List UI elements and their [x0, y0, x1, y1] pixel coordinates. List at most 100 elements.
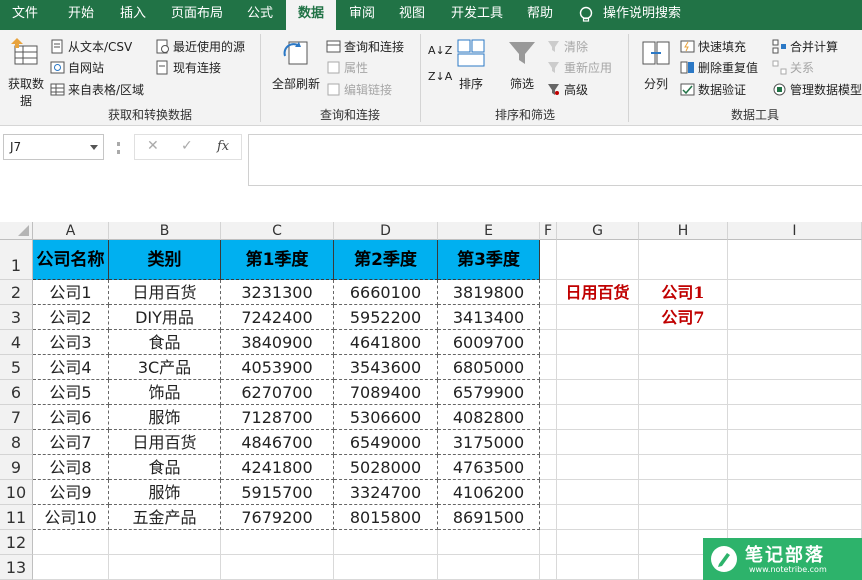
name-box-dropdown-icon[interactable]	[90, 145, 98, 150]
table-header-cell[interactable]: 第3季度	[438, 240, 540, 280]
relationships-button[interactable]: 关系	[772, 57, 814, 77]
tab-insert[interactable]: 插入	[110, 0, 156, 30]
from-table-button[interactable]: 来自表格/区域	[50, 79, 144, 99]
cell-b12[interactable]	[109, 530, 221, 555]
sort-button[interactable]: 排序	[454, 36, 488, 92]
cell-f4[interactable]	[540, 330, 557, 355]
recent-sources-button[interactable]: 最近使用的源	[155, 36, 245, 56]
cell-g13[interactable]	[557, 555, 639, 580]
cell-g5[interactable]	[557, 355, 639, 380]
properties-button[interactable]: 属性	[326, 57, 368, 77]
table-cell[interactable]: 饰品	[109, 380, 221, 405]
cell-g1[interactable]	[557, 240, 639, 280]
flash-fill-button[interactable]: 快速填充	[680, 36, 746, 56]
cell-g8[interactable]	[557, 430, 639, 455]
text-to-columns-button[interactable]: 分列	[636, 36, 676, 92]
cell-f7[interactable]	[540, 405, 557, 430]
cell-i6[interactable]	[728, 380, 862, 405]
cell-h6[interactable]	[639, 380, 728, 405]
table-cell[interactable]: 公司9	[33, 480, 109, 505]
worksheet-grid[interactable]: ABCDEFGHI 1 2 3 4 5 6 7 8 9 10 11 12 13 公司名称 类别 第1季度 第2…	[0, 222, 862, 580]
row-header-1[interactable]: 1	[0, 240, 33, 280]
row-header-6[interactable]: 6	[0, 380, 33, 405]
table-cell[interactable]: 6579900	[438, 380, 540, 405]
table-cell[interactable]: 服饰	[109, 480, 221, 505]
tab-page-layout[interactable]: 页面布局	[163, 0, 231, 30]
table-cell[interactable]: 公司10	[33, 505, 109, 530]
table-header-cell[interactable]: 第2季度	[334, 240, 438, 280]
table-cell[interactable]: 3324700	[334, 480, 438, 505]
cell-f1[interactable]	[540, 240, 557, 280]
table-header-cell[interactable]: 第1季度	[221, 240, 334, 280]
table-cell[interactable]: 4846700	[221, 430, 334, 455]
lookup-category-cell[interactable]: 日用百货	[557, 280, 639, 305]
cell-g4[interactable]	[557, 330, 639, 355]
table-cell[interactable]: 公司2	[33, 305, 109, 330]
table-cell[interactable]: 3543600	[334, 355, 438, 380]
table-cell[interactable]: 3413400	[438, 305, 540, 330]
cell-d13[interactable]	[334, 555, 438, 580]
reapply-button[interactable]: 重新应用	[546, 57, 612, 77]
table-cell[interactable]: 4082800	[438, 405, 540, 430]
table-header-cell[interactable]: 公司名称	[33, 240, 109, 280]
cell-h5[interactable]	[639, 355, 728, 380]
row-header-9[interactable]: 9	[0, 455, 33, 480]
table-cell[interactable]: 5306600	[334, 405, 438, 430]
cell-d12[interactable]	[334, 530, 438, 555]
table-cell[interactable]: 公司8	[33, 455, 109, 480]
select-all-corner[interactable]	[0, 222, 33, 240]
row-header-4[interactable]: 4	[0, 330, 33, 355]
name-box[interactable]: J7	[3, 134, 104, 160]
column-header-h[interactable]: H	[639, 222, 728, 240]
table-cell[interactable]: 7128700	[221, 405, 334, 430]
advanced-filter-button[interactable]: 高级	[546, 79, 588, 99]
formula-bar-grip[interactable]	[117, 142, 120, 154]
insert-function-icon[interactable]: fx	[217, 139, 229, 154]
cell-f9[interactable]	[540, 455, 557, 480]
table-cell[interactable]: 公司3	[33, 330, 109, 355]
clear-filter-button[interactable]: 清除	[546, 36, 588, 56]
consolidate-button[interactable]: 合并计算	[772, 36, 838, 56]
lookup-result-cell[interactable]: 公司1	[639, 280, 728, 305]
cell-g10[interactable]	[557, 480, 639, 505]
cell-f6[interactable]	[540, 380, 557, 405]
cell-f10[interactable]	[540, 480, 557, 505]
table-cell[interactable]: 3840900	[221, 330, 334, 355]
tab-developer[interactable]: 开发工具	[444, 0, 510, 30]
table-cell[interactable]: 7242400	[221, 305, 334, 330]
table-cell[interactable]: 8015800	[334, 505, 438, 530]
table-cell[interactable]: DIY用品	[109, 305, 221, 330]
from-text-csv-button[interactable]: 从文本/CSV	[50, 36, 132, 56]
cancel-icon[interactable]: ✕	[147, 138, 159, 154]
table-cell[interactable]: 4241800	[221, 455, 334, 480]
cell-i11[interactable]	[728, 505, 862, 530]
column-header-e[interactable]: E	[438, 222, 540, 240]
cell-g11[interactable]	[557, 505, 639, 530]
enter-icon[interactable]: ✓	[181, 138, 193, 154]
cell-g9[interactable]	[557, 455, 639, 480]
table-cell[interactable]: 7089400	[334, 380, 438, 405]
cell-i2[interactable]	[728, 280, 862, 305]
cell-i1[interactable]	[728, 240, 862, 280]
table-cell[interactable]: 公司1	[33, 280, 109, 305]
table-cell[interactable]: 食品	[109, 330, 221, 355]
cell-i3[interactable]	[728, 305, 862, 330]
cell-i7[interactable]	[728, 405, 862, 430]
row-header-2[interactable]: 2	[0, 280, 33, 305]
table-cell[interactable]: 公司6	[33, 405, 109, 430]
row-header-5[interactable]: 5	[0, 355, 33, 380]
table-cell[interactable]: 4763500	[438, 455, 540, 480]
table-cell[interactable]: 8691500	[438, 505, 540, 530]
cell-h4[interactable]	[639, 330, 728, 355]
row-header-13[interactable]: 13	[0, 555, 33, 580]
table-cell[interactable]: 服饰	[109, 405, 221, 430]
cell-f8[interactable]	[540, 430, 557, 455]
table-cell[interactable]: 日用百货	[109, 430, 221, 455]
row-header-3[interactable]: 3	[0, 305, 33, 330]
cell-g3[interactable]	[557, 305, 639, 330]
cell-f2[interactable]	[540, 280, 557, 305]
sort-za-button[interactable]: Z↓A	[428, 66, 452, 86]
table-cell[interactable]: 6549000	[334, 430, 438, 455]
cell-f12[interactable]	[540, 530, 557, 555]
cell-i8[interactable]	[728, 430, 862, 455]
